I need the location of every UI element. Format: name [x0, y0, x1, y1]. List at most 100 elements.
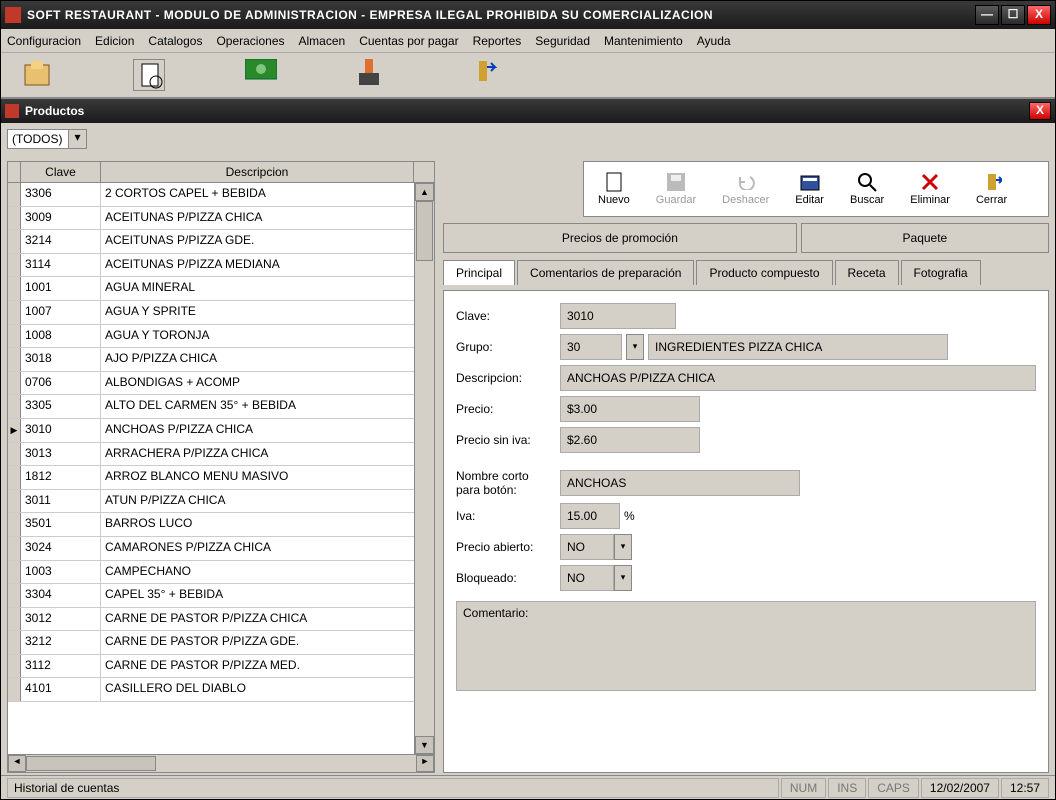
cerrar-button[interactable]: Cerrar [976, 172, 1007, 206]
menu-cuentas[interactable]: Cuentas por pagar [359, 34, 458, 48]
table-row[interactable]: 1812ARROZ BLANCO MENU MASIVO [8, 466, 414, 490]
table-row[interactable]: 1008AGUA Y TORONJA [8, 325, 414, 349]
menu-mantenimiento[interactable]: Mantenimiento [604, 34, 683, 48]
cell-clave: 3013 [21, 443, 101, 466]
cell-descripcion: ACEITUNAS P/PIZZA GDE. [101, 230, 414, 253]
scroll-thumb[interactable] [416, 201, 433, 261]
table-row[interactable]: 3114ACEITUNAS P/PIZZA MEDIANA [8, 254, 414, 278]
scroll-left-icon[interactable]: ◄ [8, 755, 26, 772]
deshacer-button[interactable]: Deshacer [722, 172, 769, 206]
label-iva: Iva: [456, 509, 554, 523]
menu-operaciones[interactable]: Operaciones [216, 34, 284, 48]
filter-input[interactable] [8, 130, 68, 148]
tab-panel-principal: Clave: 3010 Grupo: 30 ▾ INGREDIENTES PIZ… [443, 290, 1049, 773]
search-icon [857, 172, 877, 192]
bloqueado-dropdown-icon[interactable]: ▾ [614, 565, 632, 591]
table-row[interactable]: 4101CASILLERO DEL DIABLO [8, 678, 414, 702]
field-precio-abierto: NO [560, 534, 614, 560]
toolbar-icon-5[interactable] [469, 59, 501, 91]
table-row[interactable]: 3304CAPEL 35° + BEBIDA [8, 584, 414, 608]
field-nombre-corto: ANCHOAS [560, 470, 800, 496]
child-icon [5, 104, 19, 118]
tab-comentarios[interactable]: Comentarios de preparación [517, 260, 694, 285]
table-row[interactable]: 1001AGUA MINERAL [8, 277, 414, 301]
product-grid: Clave Descripcion 33062 CORTOS CAPEL + B… [7, 161, 435, 773]
menu-seguridad[interactable]: Seguridad [535, 34, 590, 48]
buscar-button[interactable]: Buscar [850, 172, 884, 206]
table-row[interactable]: 3305ALTO DEL CARMEN 35° + BEBIDA [8, 395, 414, 419]
table-row[interactable]: 1003CAMPECHANO [8, 561, 414, 585]
precio-abierto-dropdown-icon[interactable]: ▾ [614, 534, 632, 560]
cell-descripcion: ATUN P/PIZZA CHICA [101, 490, 414, 513]
paquete-button[interactable]: Paquete [801, 223, 1049, 253]
cell-descripcion: CAMPECHANO [101, 561, 414, 584]
edit-icon [800, 172, 820, 192]
toolbar-icon-1[interactable] [21, 59, 53, 91]
menu-almacen[interactable]: Almacen [299, 34, 346, 48]
filter-dropdown-icon[interactable]: ▾ [68, 130, 86, 148]
scroll-up-icon[interactable]: ▲ [415, 183, 434, 201]
nuevo-button[interactable]: Nuevo [598, 172, 630, 206]
table-row[interactable]: 3009ACEITUNAS P/PIZZA CHICA [8, 207, 414, 231]
minimize-button[interactable]: — [975, 5, 999, 25]
cell-clave: 1003 [21, 561, 101, 584]
field-precio: $3.00 [560, 396, 700, 422]
exit-icon [982, 172, 1002, 192]
table-row[interactable]: 1007AGUA Y SPRITE [8, 301, 414, 325]
label-precio-sin-iva: Precio sin iva: [456, 433, 554, 447]
filter-select[interactable]: ▾ [7, 129, 87, 149]
undo-icon [736, 172, 756, 192]
table-row[interactable]: 3012CARNE DE PASTOR P/PIZZA CHICA [8, 608, 414, 632]
col-header-descripcion[interactable]: Descripcion [101, 162, 414, 182]
table-row[interactable]: 3212CARNE DE PASTOR P/PIZZA GDE. [8, 631, 414, 655]
guardar-button[interactable]: Guardar [656, 172, 696, 206]
tab-principal[interactable]: Principal [443, 260, 515, 285]
vertical-scrollbar[interactable]: ▲ ▼ [414, 183, 434, 754]
toolbar-icon-3[interactable] [245, 59, 277, 91]
table-row[interactable]: 3018AJO P/PIZZA CHICA [8, 348, 414, 372]
child-close-button[interactable]: X [1029, 102, 1051, 120]
grupo-dropdown-icon[interactable]: ▾ [626, 334, 644, 360]
cell-descripcion: 2 CORTOS CAPEL + BEBIDA [101, 183, 414, 206]
tab-compuesto[interactable]: Producto compuesto [696, 260, 832, 285]
table-row[interactable]: 0706ALBONDIGAS + ACOMP [8, 372, 414, 396]
precios-promocion-button[interactable]: Precios de promoción [443, 223, 797, 253]
table-row[interactable]: 3011ATUN P/PIZZA CHICA [8, 490, 414, 514]
scroll-down-icon[interactable]: ▼ [415, 736, 434, 754]
toolbar-icon-4[interactable] [357, 59, 389, 91]
hscroll-thumb[interactable] [26, 756, 156, 771]
toolbar-icon-2[interactable] [133, 59, 165, 91]
scroll-right-icon[interactable]: ► [416, 755, 434, 772]
save-icon [666, 172, 686, 192]
cell-clave: 3012 [21, 608, 101, 631]
table-row[interactable]: 3501BARROS LUCO [8, 513, 414, 537]
tab-receta[interactable]: Receta [835, 260, 899, 285]
cell-clave: 4101 [21, 678, 101, 701]
editar-button[interactable]: Editar [795, 172, 824, 206]
table-row[interactable]: 3024CAMARONES P/PIZZA CHICA [8, 537, 414, 561]
status-time: 12:57 [1001, 778, 1049, 798]
close-button[interactable]: X [1027, 5, 1051, 25]
eliminar-button[interactable]: Eliminar [910, 172, 950, 206]
tab-fotografia[interactable]: Fotografia [901, 260, 981, 285]
cell-descripcion: ARRACHERA P/PIZZA CHICA [101, 443, 414, 466]
menu-ayuda[interactable]: Ayuda [697, 34, 731, 48]
horizontal-scrollbar[interactable]: ◄ ► [8, 754, 434, 772]
table-row[interactable]: ▶3010ANCHOAS P/PIZZA CHICA [8, 419, 414, 443]
status-ins: INS [828, 778, 866, 798]
table-row[interactable]: 3214ACEITUNAS P/PIZZA GDE. [8, 230, 414, 254]
cell-clave: 1001 [21, 277, 101, 300]
maximize-button[interactable]: ☐ [1001, 5, 1025, 25]
table-row[interactable]: 3013ARRACHERA P/PIZZA CHICA [8, 443, 414, 467]
table-row[interactable]: 33062 CORTOS CAPEL + BEBIDA [8, 183, 414, 207]
menu-reportes[interactable]: Reportes [473, 34, 522, 48]
menu-configuracion[interactable]: Configuracion [7, 34, 81, 48]
table-row[interactable]: 3112CARNE DE PASTOR P/PIZZA MED. [8, 655, 414, 679]
cell-clave: 3305 [21, 395, 101, 418]
menu-edicion[interactable]: Edicion [95, 34, 134, 48]
menu-catalogos[interactable]: Catalogos [148, 34, 202, 48]
new-icon [604, 172, 624, 192]
cell-descripcion: ARROZ BLANCO MENU MASIVO [101, 466, 414, 489]
cell-descripcion: AGUA Y TORONJA [101, 325, 414, 348]
col-header-clave[interactable]: Clave [21, 162, 101, 182]
